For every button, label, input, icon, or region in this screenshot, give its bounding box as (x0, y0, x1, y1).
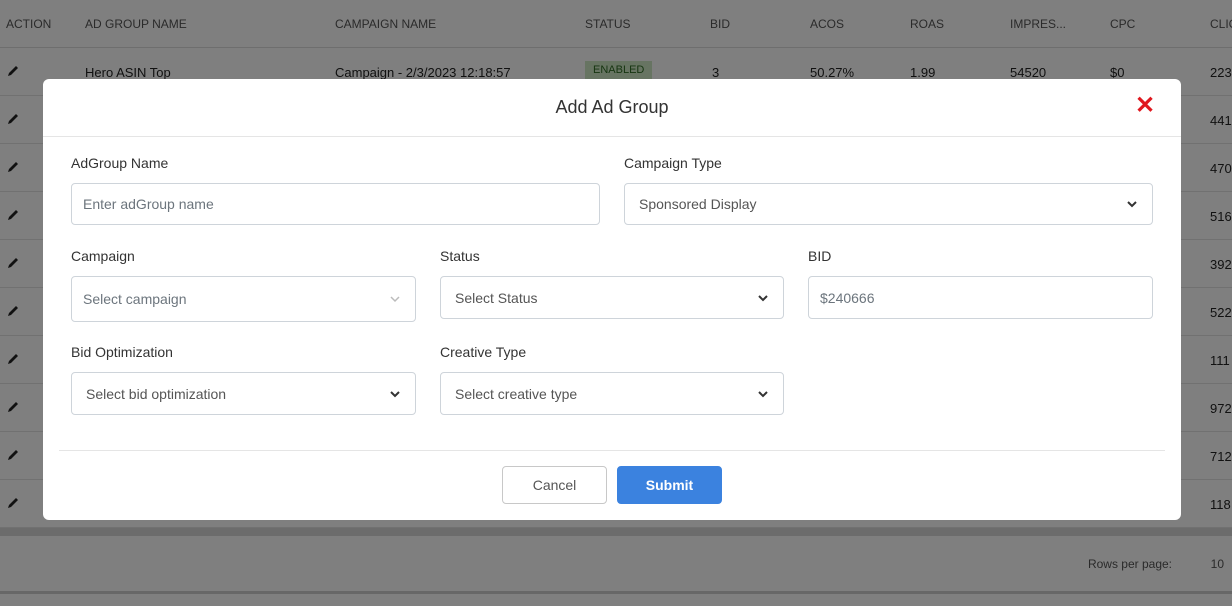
chevron-down-icon (758, 294, 768, 301)
campaign-type-label: Campaign Type (624, 155, 722, 171)
bid-value: $240666 (820, 289, 875, 306)
adgroup-name-label: AdGroup Name (71, 155, 169, 171)
status-select[interactable]: Select Status (440, 276, 784, 319)
bid-optimization-value: Select bid optimization (86, 385, 227, 402)
status-value: Select Status (455, 289, 538, 306)
bid-optimization-select[interactable]: Select bid optimization (71, 372, 416, 415)
status-label: Status (440, 248, 480, 264)
chevron-down-icon (1127, 201, 1137, 208)
bid-label: BID (808, 248, 832, 264)
cancel-button[interactable]: Cancel (502, 466, 607, 504)
campaign-select[interactable]: Select campaign (71, 276, 416, 322)
bid-optimization-label: Bid Optimization (71, 344, 173, 360)
chevron-down-icon (758, 390, 768, 397)
chevron-down-icon (390, 390, 400, 397)
modal-header: Add Ad Group ✕ (43, 79, 1181, 137)
campaign-type-value: Sponsored Display (639, 196, 757, 212)
chevron-down-icon (390, 296, 400, 303)
adgroup-name-input[interactable]: Enter adGroup name (71, 183, 600, 225)
adgroup-name-placeholder: Enter adGroup name (83, 196, 214, 212)
submit-button[interactable]: Submit (617, 466, 722, 504)
modal-footer-divider (59, 450, 1165, 451)
add-ad-group-modal: Add Ad Group ✕ AdGroup Name Enter adGrou… (43, 79, 1181, 520)
campaign-type-select[interactable]: Sponsored Display (624, 183, 1153, 225)
creative-type-label: Creative Type (440, 344, 527, 360)
creative-type-value: Select creative type (455, 385, 578, 402)
creative-type-select[interactable]: Select creative type (440, 372, 784, 415)
modal-title: Add Ad Group (555, 97, 669, 117)
campaign-label: Campaign (71, 248, 135, 264)
campaign-placeholder: Select campaign (83, 291, 187, 307)
close-icon[interactable]: ✕ (1133, 93, 1157, 119)
bid-input[interactable]: $240666 (808, 276, 1153, 319)
